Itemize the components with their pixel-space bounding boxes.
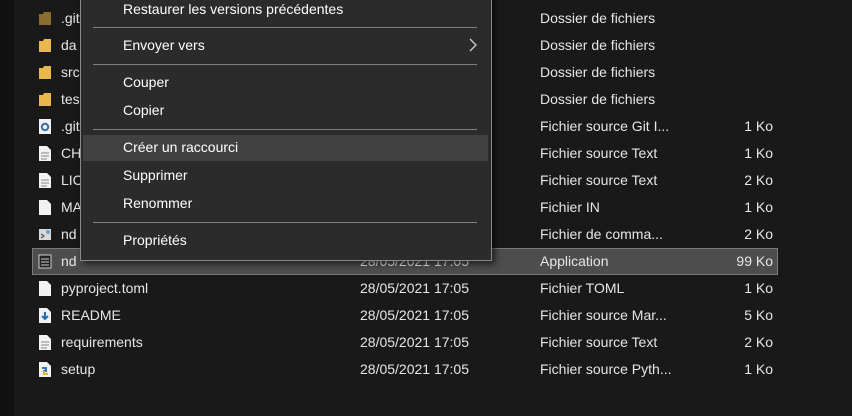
menu-item-label: Renommer bbox=[123, 195, 193, 211]
file-type: Fichier source Mar... bbox=[540, 307, 667, 323]
chevron-right-icon bbox=[468, 37, 478, 53]
file-date: 28/05/2021 17:05 bbox=[360, 361, 469, 377]
file-name: setup bbox=[61, 361, 96, 377]
file-type: Fichier source Pyth... bbox=[540, 361, 672, 377]
folder-icon bbox=[38, 91, 52, 108]
menu-item-label: Créer un raccourci bbox=[123, 139, 239, 155]
file-size: 2 Ko bbox=[744, 226, 773, 242]
file-row[interactable]: pyproject.toml 28/05/2021 17:05 Fichier … bbox=[32, 275, 778, 302]
navigation-pane-edge bbox=[0, 0, 14, 416]
file-size: 1 Ko bbox=[744, 361, 773, 377]
context-menu: Restaurer les versions précédentes Envoy… bbox=[80, 0, 492, 261]
folder-icon bbox=[38, 10, 52, 27]
file-type: Fichier source Text bbox=[540, 172, 658, 188]
file-type: Fichier source Text bbox=[540, 334, 658, 350]
file-size: 5 Ko bbox=[744, 307, 773, 323]
file-name: requirements bbox=[61, 334, 143, 350]
file-row[interactable]: setup 28/05/2021 17:05 Fichier source Py… bbox=[32, 356, 778, 383]
file-size: 1 Ko bbox=[744, 199, 773, 215]
file-icon bbox=[38, 280, 52, 297]
file-type: Dossier de fichiers bbox=[540, 10, 656, 26]
menu-item-create-shortcut[interactable]: Créer un raccourci bbox=[83, 135, 488, 161]
file-type: Fichier source Text bbox=[540, 145, 658, 161]
menu-item-copy[interactable]: Copier bbox=[83, 98, 488, 124]
file-size: 2 Ko bbox=[744, 334, 773, 350]
file-size: 1 Ko bbox=[744, 145, 773, 161]
menu-item-label: Copier bbox=[123, 102, 165, 118]
file-type: Dossier de fichiers bbox=[540, 91, 656, 107]
file-type: Fichier IN bbox=[540, 199, 600, 215]
menu-separator bbox=[93, 222, 477, 223]
file-name: README bbox=[61, 307, 121, 323]
menu-item-label: Propriétés bbox=[123, 232, 187, 248]
menu-item-label: Restaurer les versions précédentes bbox=[123, 1, 344, 17]
file-type: Fichier de comma... bbox=[540, 226, 663, 242]
menu-separator bbox=[93, 129, 477, 130]
file-size: 1 Ko bbox=[744, 118, 773, 134]
git-config-icon bbox=[38, 118, 52, 135]
menu-item-restore-previous-versions[interactable]: Restaurer les versions précédentes bbox=[83, 0, 488, 23]
file-icon bbox=[38, 199, 52, 216]
file-row[interactable]: README 28/05/2021 17:05 Fichier source M… bbox=[32, 302, 778, 329]
file-type: Dossier de fichiers bbox=[540, 37, 656, 53]
menu-item-label: Supprimer bbox=[123, 167, 188, 183]
menu-item-properties[interactable]: Propriétés bbox=[83, 228, 488, 254]
menu-separator bbox=[93, 64, 477, 65]
application-icon bbox=[38, 253, 52, 270]
menu-item-cut[interactable]: Couper bbox=[83, 70, 488, 96]
text-file-icon bbox=[38, 145, 52, 162]
menu-item-label: Envoyer vers bbox=[123, 37, 205, 53]
file-type: Fichier TOML bbox=[540, 280, 625, 296]
menu-item-delete[interactable]: Supprimer bbox=[83, 163, 488, 189]
file-date: 28/05/2021 17:05 bbox=[360, 280, 469, 296]
file-date: 28/05/2021 17:05 bbox=[360, 334, 469, 350]
text-file-icon bbox=[38, 172, 52, 189]
file-date: 28/05/2021 17:05 bbox=[360, 307, 469, 323]
menu-item-label: Couper bbox=[123, 74, 169, 90]
menu-item-send-to[interactable]: Envoyer vers bbox=[83, 33, 488, 59]
python-file-icon bbox=[38, 361, 52, 378]
batch-file-icon bbox=[38, 226, 52, 243]
file-size: 1 Ko bbox=[744, 280, 773, 296]
folder-icon bbox=[38, 64, 52, 81]
file-type: Dossier de fichiers bbox=[540, 64, 656, 80]
file-type: Application bbox=[540, 253, 609, 269]
file-size: 99 Ko bbox=[736, 253, 773, 269]
file-type: Fichier source Git I... bbox=[540, 118, 670, 134]
file-name: pyproject.toml bbox=[61, 280, 149, 296]
menu-item-rename[interactable]: Renommer bbox=[83, 191, 488, 217]
markdown-file-icon bbox=[38, 307, 52, 324]
text-file-icon bbox=[38, 334, 52, 351]
file-size: 2 Ko bbox=[744, 172, 773, 188]
file-row[interactable]: requirements 28/05/2021 17:05 Fichier so… bbox=[32, 329, 778, 356]
folder-icon bbox=[38, 37, 52, 54]
menu-separator bbox=[93, 27, 477, 28]
